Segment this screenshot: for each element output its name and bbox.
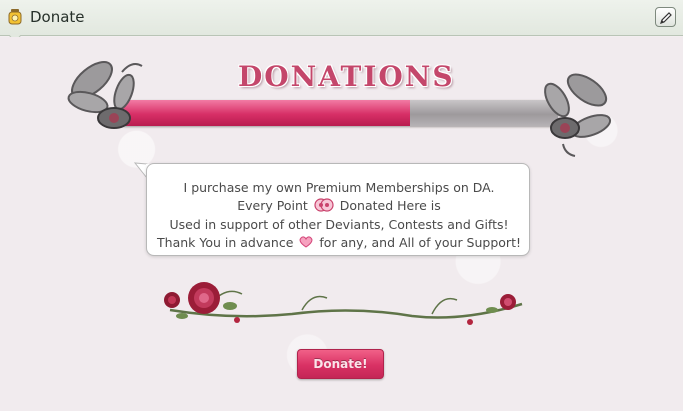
left-dragonfly-ornament — [67, 61, 143, 129]
donation-progress-fill — [122, 100, 410, 126]
message-bubble: I purchase my own Premium Memberships on… — [146, 163, 530, 256]
rose-vine-ornament — [164, 282, 523, 325]
message-line-2-end: Donated Here is — [339, 198, 441, 213]
right-dragonfly-ornament — [544, 73, 612, 157]
message-line-3: Used in support of other Deviants, Conte… — [169, 217, 509, 232]
pencil-icon — [660, 12, 672, 24]
message-line-4: Thank You in advance for any, and All of … — [147, 235, 531, 251]
edit-button[interactable] — [655, 7, 676, 27]
message-line-4-end: for any, and All of your Support! — [319, 235, 521, 250]
message-line-2-start: Every Point — [237, 198, 308, 213]
widget-header: Donate — [0, 0, 683, 36]
message-line-1: I purchase my own Premium Memberships on… — [183, 180, 495, 195]
header-title: Donate — [30, 8, 85, 26]
donate-button[interactable]: Donate! — [297, 349, 384, 379]
donation-progress-bar — [122, 100, 558, 126]
points-icon — [314, 198, 334, 215]
heart-icon — [299, 236, 313, 251]
message-line-2: Every Point Donated Here is — [147, 198, 531, 215]
donation-jar-icon — [7, 8, 23, 25]
donations-title: DONATIONS — [238, 60, 455, 93]
message-line-4-start: Thank You in advance — [157, 235, 294, 250]
